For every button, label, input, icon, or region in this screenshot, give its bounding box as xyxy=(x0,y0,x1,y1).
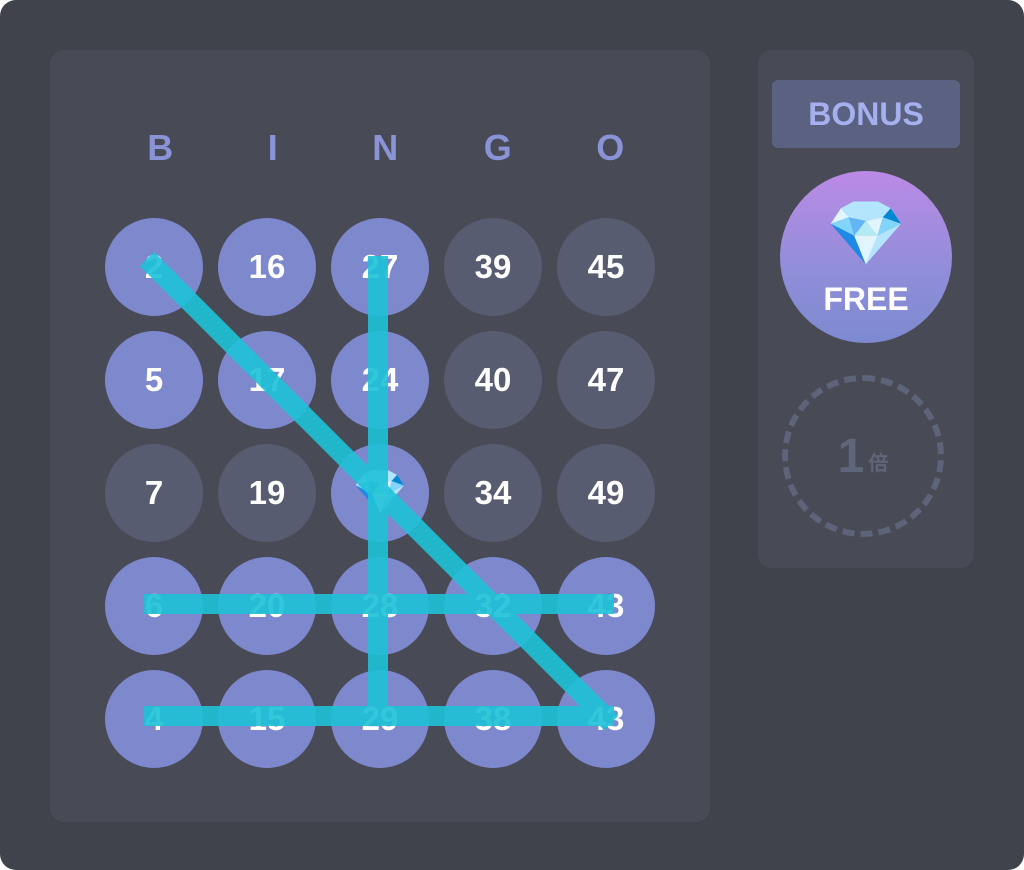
bingo-cell[interactable]: 27 xyxy=(331,218,429,316)
header-letter-o: O xyxy=(596,127,625,168)
cell-number: 27 xyxy=(361,248,399,285)
bingo-cell[interactable]: 4 xyxy=(105,670,203,768)
cell-number: 47 xyxy=(587,361,625,398)
bingo-cell[interactable]: 7 xyxy=(105,444,203,542)
cell-number: 49 xyxy=(587,474,625,511)
header-letter-b: B xyxy=(147,127,174,168)
cell-number: 20 xyxy=(248,587,286,624)
cell-number: 19 xyxy=(248,474,286,511)
cell-number: 40 xyxy=(474,361,512,398)
diamond-icon: 💎 xyxy=(826,197,906,269)
cell-number: 16 xyxy=(248,248,286,285)
cell-number: 24 xyxy=(361,361,399,398)
free-label: FREE xyxy=(823,281,909,317)
cell-number: 17 xyxy=(248,361,286,398)
cell-number: 39 xyxy=(474,248,512,285)
bingo-cell[interactable]: 34 xyxy=(444,444,542,542)
cell-number: 28 xyxy=(361,587,399,624)
cell-number: 38 xyxy=(474,700,512,737)
bingo-cell[interactable]: 45 xyxy=(557,218,655,316)
cell-number: 6 xyxy=(144,587,164,624)
multiplier-indicator: 1 倍 xyxy=(782,375,944,537)
bingo-cell[interactable]: 20 xyxy=(218,557,316,655)
cell-number: 32 xyxy=(474,587,512,624)
free-space-cell[interactable]: 💎 xyxy=(331,444,429,542)
bingo-cell[interactable]: 17 xyxy=(218,331,316,429)
bingo-cell[interactable]: 43 xyxy=(557,557,655,655)
bingo-cell[interactable]: 24 xyxy=(331,331,429,429)
bingo-header: B I N G O xyxy=(104,124,664,172)
bingo-cell[interactable]: 49 xyxy=(557,444,655,542)
bingo-cell[interactable]: 32 xyxy=(444,557,542,655)
bingo-cell[interactable]: 29 xyxy=(331,670,429,768)
header-letter-i: I xyxy=(267,127,278,168)
bingo-grid: 2 16 27 39 45 5 17 24 40 47 7 19 💎 34 49 6 20 28 32 43 4 15 29… xyxy=(105,218,655,768)
free-badge[interactable]: 💎 FREE xyxy=(780,171,952,343)
bingo-cell[interactable]: 5 xyxy=(105,331,203,429)
bingo-cell[interactable]: 43 xyxy=(557,670,655,768)
cell-number: 34 xyxy=(474,474,512,511)
diamond-icon: 💎 xyxy=(352,468,408,517)
bingo-cell[interactable]: 16 xyxy=(218,218,316,316)
cell-number: 45 xyxy=(587,248,625,285)
multiplier-unit: 倍 xyxy=(868,452,889,475)
cell-number: 43 xyxy=(587,587,625,624)
bingo-cell[interactable]: 6 xyxy=(105,557,203,655)
cell-number: 2 xyxy=(144,248,164,285)
bonus-button[interactable]: BONUS xyxy=(772,80,960,148)
header-letter-g: G xyxy=(483,127,512,168)
header-letter-n: N xyxy=(372,127,399,168)
bingo-cell[interactable]: 38 xyxy=(444,670,542,768)
multiplier-value: 1 xyxy=(837,429,865,483)
bingo-cell[interactable]: 2 xyxy=(105,218,203,316)
cell-number: 15 xyxy=(248,700,286,737)
cell-number: 4 xyxy=(144,700,164,737)
bingo-cell[interactable]: 28 xyxy=(331,557,429,655)
bingo-cell[interactable]: 47 xyxy=(557,331,655,429)
bingo-cell[interactable]: 19 xyxy=(218,444,316,542)
cell-number: 7 xyxy=(144,474,164,511)
bingo-cell[interactable]: 15 xyxy=(218,670,316,768)
bingo-cell[interactable]: 39 xyxy=(444,218,542,316)
cell-number: 43 xyxy=(587,700,625,737)
cell-number: 29 xyxy=(361,700,399,737)
cell-number: 5 xyxy=(144,361,164,398)
game-frame: B I N G O 2 16 27 39 45 5 17 24 40 47 7 19 💎 34 49 6 20 2… xyxy=(0,0,1024,870)
bingo-cell[interactable]: 40 xyxy=(444,331,542,429)
